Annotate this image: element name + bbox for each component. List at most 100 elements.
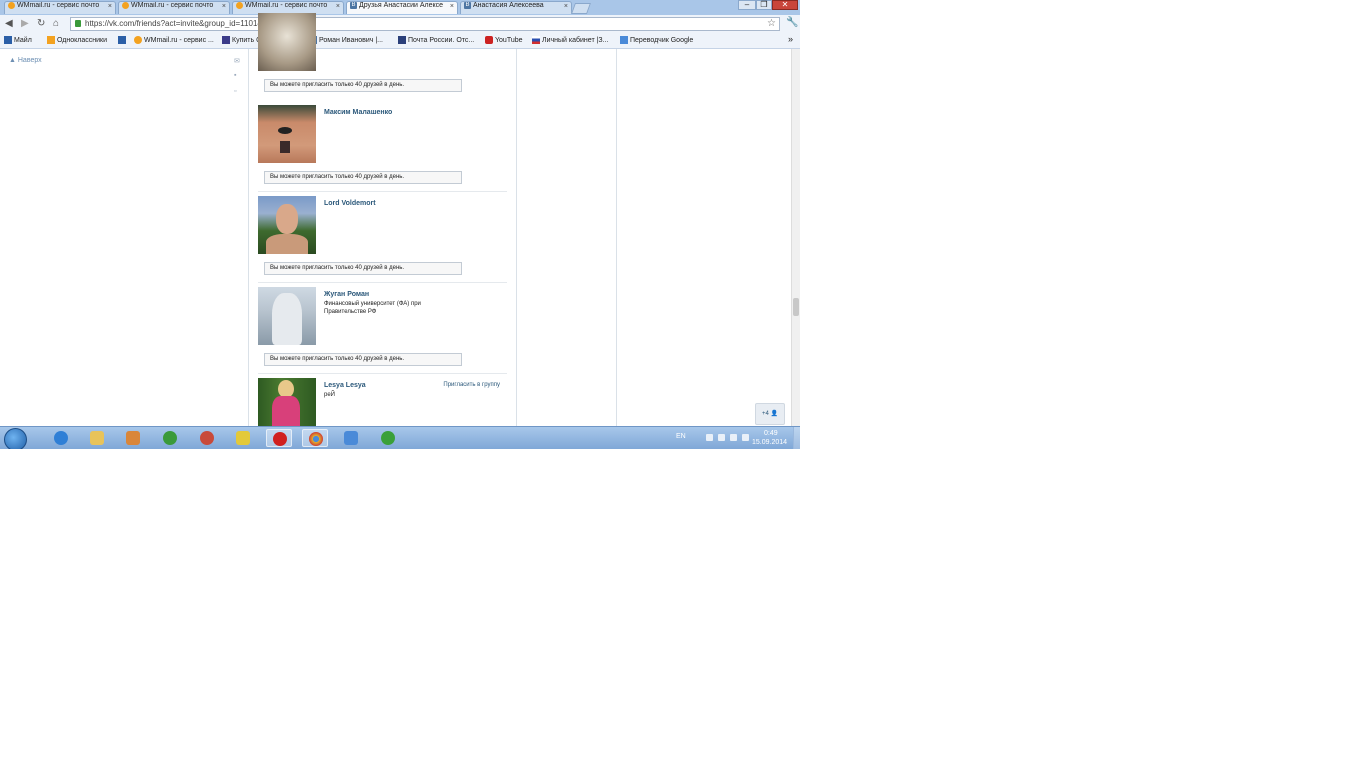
taskbar-app[interactable] bbox=[302, 429, 328, 447]
bookmark-icon bbox=[118, 36, 126, 44]
row-separator bbox=[258, 373, 507, 374]
friend-avatar[interactable] bbox=[258, 105, 316, 163]
scrollbar[interactable] bbox=[791, 49, 800, 426]
bookmark-cabinet[interactable]: Личный кабинет |З... bbox=[532, 36, 609, 44]
maximize-button[interactable]: ❐ bbox=[756, 0, 772, 10]
friend-name-link[interactable]: Lord Voldemort bbox=[324, 200, 376, 207]
scrollbar-thumb[interactable] bbox=[793, 298, 799, 316]
friend-row: Lord Voldemort Вы можете пригласить толь… bbox=[258, 196, 508, 288]
bookmark-star-icon[interactable]: ☆ bbox=[767, 18, 776, 29]
reload-icon[interactable]: ↻ bbox=[37, 18, 45, 29]
cleaner-icon bbox=[200, 431, 214, 445]
friend-row: Жуган Роман Финансовый университет (ФА) … bbox=[258, 287, 508, 379]
tab-title: Анастасия Алексеева bbox=[473, 2, 544, 9]
bookmark-mail[interactable]: Майл bbox=[4, 36, 32, 44]
friend-university: Финансовый университет (ФА) при Правител… bbox=[324, 301, 421, 315]
wrench-icon[interactable]: 🔧 bbox=[786, 17, 798, 28]
clock-time[interactable]: 0:49 bbox=[764, 430, 778, 437]
user-icon: 👤 bbox=[770, 411, 778, 417]
flag-icon[interactable] bbox=[718, 434, 725, 441]
paint-icon bbox=[236, 431, 250, 445]
invite-limit-notice: Вы можете пригласить только 40 друзей в … bbox=[264, 353, 462, 366]
friend-name-link[interactable]: Жуган Роман bbox=[324, 291, 369, 298]
statue-shape bbox=[272, 293, 302, 345]
taskbar-app[interactable] bbox=[230, 429, 256, 447]
volume-icon[interactable] bbox=[742, 434, 749, 441]
new-tab-button[interactable] bbox=[570, 3, 592, 14]
more-bookmarks-icon[interactable]: » bbox=[788, 34, 793, 44]
chrome-icon bbox=[309, 432, 323, 446]
taskbar-app[interactable] bbox=[84, 429, 110, 447]
photo-icon[interactable]: ▫ bbox=[234, 88, 242, 95]
up-link-label: Наверх bbox=[17, 57, 42, 64]
network-icon bbox=[344, 431, 358, 445]
tab-title: WMmail.ru - сервис почто bbox=[131, 2, 214, 9]
tattoo-glyph bbox=[280, 141, 290, 153]
vk-favicon-icon: B bbox=[464, 2, 471, 9]
system-tray: EN 0:49 15.09.2014 bbox=[664, 427, 800, 449]
taskbar-app[interactable] bbox=[338, 429, 364, 447]
taskbar-app[interactable] bbox=[194, 429, 220, 447]
home-icon[interactable]: ⌂ bbox=[53, 18, 59, 29]
language-indicator[interactable]: EN bbox=[676, 433, 686, 440]
tattoo-mark bbox=[278, 127, 292, 134]
friend-avatar[interactable] bbox=[258, 287, 316, 345]
taskbar-app[interactable] bbox=[266, 429, 292, 447]
explorer-icon bbox=[90, 431, 104, 445]
comment-icon[interactable]: ▪ bbox=[234, 72, 242, 79]
bookmark-ok[interactable]: Одноклассники bbox=[47, 36, 107, 44]
close-tab-icon[interactable]: × bbox=[564, 3, 568, 10]
row-separator bbox=[258, 191, 507, 192]
tab-0[interactable]: WMmail.ru - сервис почто × bbox=[4, 1, 116, 14]
show-desktop-button[interactable] bbox=[793, 427, 800, 449]
forward-arrow-icon[interactable]: ▶ bbox=[21, 18, 29, 29]
close-tab-icon[interactable]: × bbox=[108, 3, 112, 10]
minimize-button[interactable]: – bbox=[738, 0, 756, 10]
google-translate-icon bbox=[620, 36, 628, 44]
back-arrow-icon[interactable]: ◀ bbox=[5, 18, 13, 29]
friend-name-link[interactable]: Lesya Lesya bbox=[324, 382, 366, 389]
friend-name-link[interactable]: Максим Малашенко bbox=[324, 109, 392, 116]
screen: WMmail.ru - сервис почто × WMmail.ru - се… bbox=[0, 0, 800, 449]
friend-row: Вы можете пригласить только 40 друзей в … bbox=[258, 13, 508, 105]
close-tab-icon[interactable]: × bbox=[222, 3, 226, 10]
taskbar-app[interactable] bbox=[157, 429, 183, 447]
wmmail-favicon-icon bbox=[236, 2, 243, 9]
utorrent-icon bbox=[163, 431, 177, 445]
taskbar-app[interactable] bbox=[375, 429, 401, 447]
close-tab-icon[interactable]: × bbox=[450, 3, 454, 10]
wmmail-favicon-icon bbox=[122, 2, 129, 9]
column-divider bbox=[616, 49, 617, 426]
bookmark-wmmail[interactable]: WMmail.ru - сервис ... bbox=[134, 36, 214, 44]
friend-avatar[interactable] bbox=[258, 13, 316, 71]
friend-avatar[interactable] bbox=[258, 196, 316, 254]
wmmail-favicon-icon bbox=[8, 2, 15, 9]
bookmark-label: Майл bbox=[14, 36, 32, 44]
bookmark-label: Переводчик Google bbox=[630, 36, 694, 44]
friend-row: Максим Малашенко Вы можете пригласить то… bbox=[258, 105, 508, 197]
invite-limit-notice: Вы можете пригласить только 40 друзей в … bbox=[264, 262, 462, 275]
start-button[interactable] bbox=[4, 428, 27, 449]
mail-icon[interactable]: ✉ bbox=[234, 57, 242, 65]
chat-button[interactable]: +4 👤 bbox=[755, 403, 785, 425]
bookmark-label: WMmail.ru - сервис ... bbox=[144, 36, 214, 44]
bookmark-blank[interactable] bbox=[118, 36, 128, 44]
url-text: https://vk.com/friends?act=invite&group_… bbox=[85, 19, 276, 28]
network-tray-icon[interactable] bbox=[730, 434, 737, 441]
close-window-button[interactable]: ✕ bbox=[772, 0, 798, 10]
taskbar-app[interactable] bbox=[48, 429, 74, 447]
taskbar-app[interactable] bbox=[120, 429, 146, 447]
clock-date[interactable]: 15.09.2014 bbox=[752, 439, 787, 446]
bookmark-icon bbox=[134, 36, 142, 44]
bookmark-icon bbox=[4, 36, 12, 44]
tray-icon[interactable] bbox=[706, 434, 713, 441]
close-tab-icon[interactable]: × bbox=[336, 3, 340, 10]
tab-1[interactable]: WMmail.ru - сервис почто × bbox=[118, 1, 230, 14]
bookmark-translate[interactable]: Переводчик Google bbox=[620, 36, 693, 44]
scroll-to-top-link[interactable]: ▲ Наверх bbox=[9, 57, 42, 64]
invite-to-group-link[interactable]: Пригласить в группу bbox=[443, 382, 500, 388]
media-player-icon bbox=[126, 431, 140, 445]
page-content: ▲ Наверх ✉ ▪ ▫ Вы можете пригласить толь… bbox=[0, 13, 800, 436]
tab-title: WMmail.ru - сервис почто bbox=[245, 2, 328, 9]
tab-title: Друзья Анастасии Алексе bbox=[359, 2, 444, 9]
